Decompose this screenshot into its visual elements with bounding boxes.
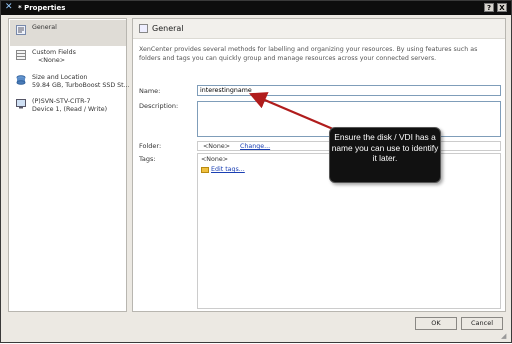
panel-title: General: [152, 24, 184, 33]
title-bar[interactable]: ✕ * Properties ? X: [1, 1, 511, 15]
general-icon: [16, 25, 26, 35]
folder-label: Folder:: [139, 142, 162, 150]
sidebar-item-size-location[interactable]: Size and Location 59.84 GB, TurboBoost S…: [10, 70, 130, 96]
description-label: Description:: [139, 102, 179, 110]
sidebar-item-label: General: [32, 24, 57, 31]
sidebar-item-label: Size and Location: [32, 74, 88, 81]
sidebar-item-custom-fields[interactable]: Custom Fields <None>: [10, 45, 126, 71]
cancel-button[interactable]: Cancel: [461, 317, 503, 330]
name-label: Name:: [139, 87, 161, 95]
panel-description: XenCenter provides several methods for l…: [139, 46, 478, 62]
tag-icon: [201, 167, 209, 173]
window-title: * Properties: [18, 4, 66, 12]
general-panel: General XenCenter provides several metho…: [132, 18, 506, 312]
sidebar-item-vm[interactable]: (P)SVN-STV-CITR-7 Device 1, (Read / Writ…: [10, 94, 126, 120]
folder-value: <None>: [203, 143, 230, 150]
disk-icon: [16, 75, 26, 85]
name-input[interactable]: interestingname: [197, 85, 501, 96]
custom-fields-icon: [16, 50, 26, 60]
help-button[interactable]: ?: [484, 3, 494, 12]
sidebar-item-sub: 59.84 GB, TurboBoost SSD St...: [32, 82, 130, 89]
sidebar-item-label: Custom Fields: [32, 49, 76, 56]
edit-tags-link[interactable]: Edit tags...: [211, 166, 245, 173]
sidebar-item-general[interactable]: General: [10, 20, 126, 46]
properties-nav: General Custom Fields <None> Size and Lo…: [8, 18, 130, 312]
sidebar-item-sub: Device 1, (Read / Write): [32, 106, 108, 113]
xencenter-app-icon: ✕: [5, 2, 13, 12]
close-button[interactable]: X: [497, 3, 507, 12]
general-icon: [139, 24, 148, 33]
panel-header: General: [133, 19, 505, 39]
tags-label: Tags:: [139, 155, 156, 163]
properties-window: ✕ * Properties ? X General Custom Fields…: [0, 0, 512, 343]
vm-icon: [16, 99, 26, 109]
sidebar-item-sub: <None>: [38, 57, 65, 64]
sidebar-item-label: (P)SVN-STV-CITR-7: [32, 98, 91, 105]
tags-value: <None>: [201, 156, 228, 163]
change-folder-link[interactable]: Change...: [240, 143, 270, 150]
ok-button[interactable]: OK: [415, 317, 457, 330]
callout-tooltip: Ensure the disk / VDI has a name you can…: [329, 127, 441, 183]
resize-grip-icon[interactable]: ◢: [501, 332, 509, 340]
